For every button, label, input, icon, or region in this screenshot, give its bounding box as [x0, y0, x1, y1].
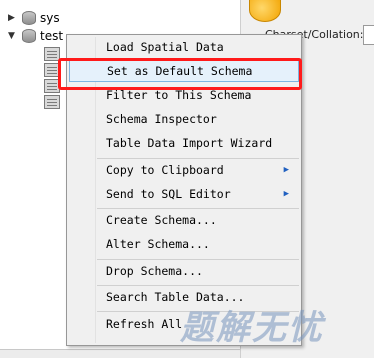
menu-item-label: Filter to This Schema	[106, 88, 252, 102]
schema-row-sys[interactable]: ▶ sys	[8, 9, 60, 27]
menu-item-alter-schema[interactable]: Alter Schema...	[69, 233, 299, 255]
bottom-tab-bar[interactable]	[0, 349, 240, 358]
schema-logo-icon	[249, 0, 281, 22]
menu-item-filter-to-schema[interactable]: Filter to This Schema	[69, 84, 299, 106]
menu-item-label: Alter Schema...	[106, 237, 210, 251]
menu-item-label: Create Schema...	[106, 213, 217, 227]
charset-select[interactable]	[363, 25, 374, 45]
menu-item-create-schema[interactable]: Create Schema...	[69, 209, 299, 231]
procedures-folder-icon[interactable]	[44, 79, 60, 93]
database-icon	[22, 11, 36, 25]
schema-row-test[interactable]: ▼ test	[8, 27, 63, 45]
menu-item-label: Send to SQL Editor	[106, 187, 231, 201]
menu-item-label: Drop Schema...	[106, 264, 203, 278]
menu-item-copy-to-clipboard[interactable]: Copy to Clipboard ▶	[69, 159, 299, 181]
schema-label: sys	[40, 11, 60, 25]
menu-item-drop-schema[interactable]: Drop Schema...	[69, 260, 299, 282]
menu-item-set-default-schema[interactable]: Set as Default Schema	[69, 60, 299, 82]
menu-item-label: Copy to Clipboard	[106, 163, 224, 177]
menu-item-send-to-sql-editor[interactable]: Send to SQL Editor ▶	[69, 183, 299, 205]
submenu-arrow-icon: ▶	[283, 189, 289, 199]
menu-item-label: Schema Inspector	[106, 112, 217, 126]
menu-item-label: Refresh All	[106, 317, 183, 331]
tables-folder-icon[interactable]	[44, 47, 60, 61]
submenu-arrow-icon: ▶	[283, 165, 289, 175]
menu-item-table-import-wizard[interactable]: Table Data Import Wizard	[69, 132, 299, 154]
expand-arrow-icon[interactable]: ▶	[8, 13, 20, 23]
views-folder-icon[interactable]	[44, 63, 60, 77]
menu-item-load-spatial-data[interactable]: Load Spatial Data	[69, 36, 299, 58]
menu-item-label: Table Data Import Wizard	[106, 136, 273, 150]
collapse-arrow-icon[interactable]: ▼	[8, 31, 20, 41]
watermark-logo: 题解无忧	[180, 308, 324, 348]
workbench-screen: ▶ sys ▼ test Charset/Collation: Load Spa…	[0, 0, 374, 358]
menu-item-label: Load Spatial Data	[106, 40, 224, 54]
database-icon	[22, 29, 36, 43]
menu-item-schema-inspector[interactable]: Schema Inspector	[69, 108, 299, 130]
menu-item-label: Set as Default Schema	[107, 64, 253, 78]
schema-label: test	[40, 29, 64, 43]
functions-folder-icon[interactable]	[44, 95, 60, 109]
